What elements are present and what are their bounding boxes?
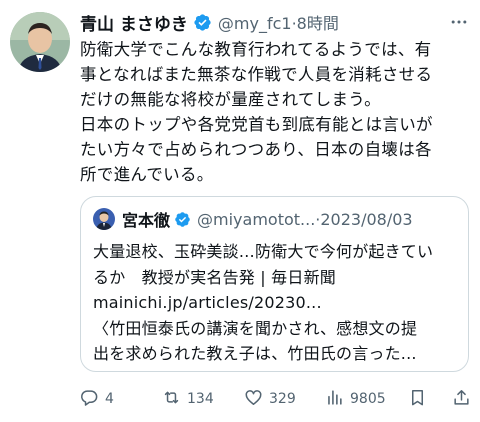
share-button[interactable] (452, 384, 471, 414)
reply-count: 4 (105, 391, 114, 407)
bookmark-icon (408, 388, 427, 411)
views-count: 9805 (350, 391, 386, 407)
verified-badge-icon (193, 13, 212, 32)
author-name[interactable]: 青山 まさゆき (80, 10, 188, 35)
quoted-tweet-text: 大量退校、玉砕美談…防衛大で今何が起きてい るか 教授が実名告発 | 毎日新聞 … (93, 242, 434, 363)
share-icon (452, 388, 471, 411)
reply-button[interactable]: 4 (80, 384, 114, 414)
author-handle-time[interactable]: @my_fc1·8時間 (218, 10, 339, 34)
retweet-icon (162, 388, 181, 411)
views-chart-icon (325, 388, 344, 411)
quoted-author-handle-date: @miyamotot...·2023/08/03 (197, 209, 413, 229)
quoted-author-name: 宮本徹 (122, 211, 171, 230)
more-horizontal-icon[interactable] (448, 12, 470, 32)
reply-icon (80, 388, 99, 411)
tweet-text: 防衛大学でこんな教育行われてるようでは、有 事となればまた無茶な作戦で人員を消耗… (80, 40, 433, 184)
heart-icon (244, 388, 263, 411)
verified-badge-icon (174, 211, 191, 228)
retweet-count: 134 (187, 391, 214, 407)
views-button[interactable]: 9805 (325, 384, 386, 414)
quoted-tweet-header: 宮本徹 @miyamotot...·2023/08/03 (93, 207, 458, 231)
tweet-action-bar: 4 134 329 9805 (80, 384, 472, 414)
tweet-header: 青山 まさゆき @my_fc1·8時間 (80, 10, 470, 35)
quoted-author-avatar (93, 208, 115, 230)
like-button[interactable]: 329 (244, 384, 296, 414)
like-count: 329 (269, 391, 296, 407)
retweet-button[interactable]: 134 (162, 384, 214, 414)
quoted-tweet[interactable]: 宮本徹 @miyamotot...·2023/08/03 大量退校、玉砕美談…防… (80, 196, 469, 372)
bookmark-button[interactable] (408, 384, 427, 414)
author-avatar[interactable] (10, 12, 70, 72)
